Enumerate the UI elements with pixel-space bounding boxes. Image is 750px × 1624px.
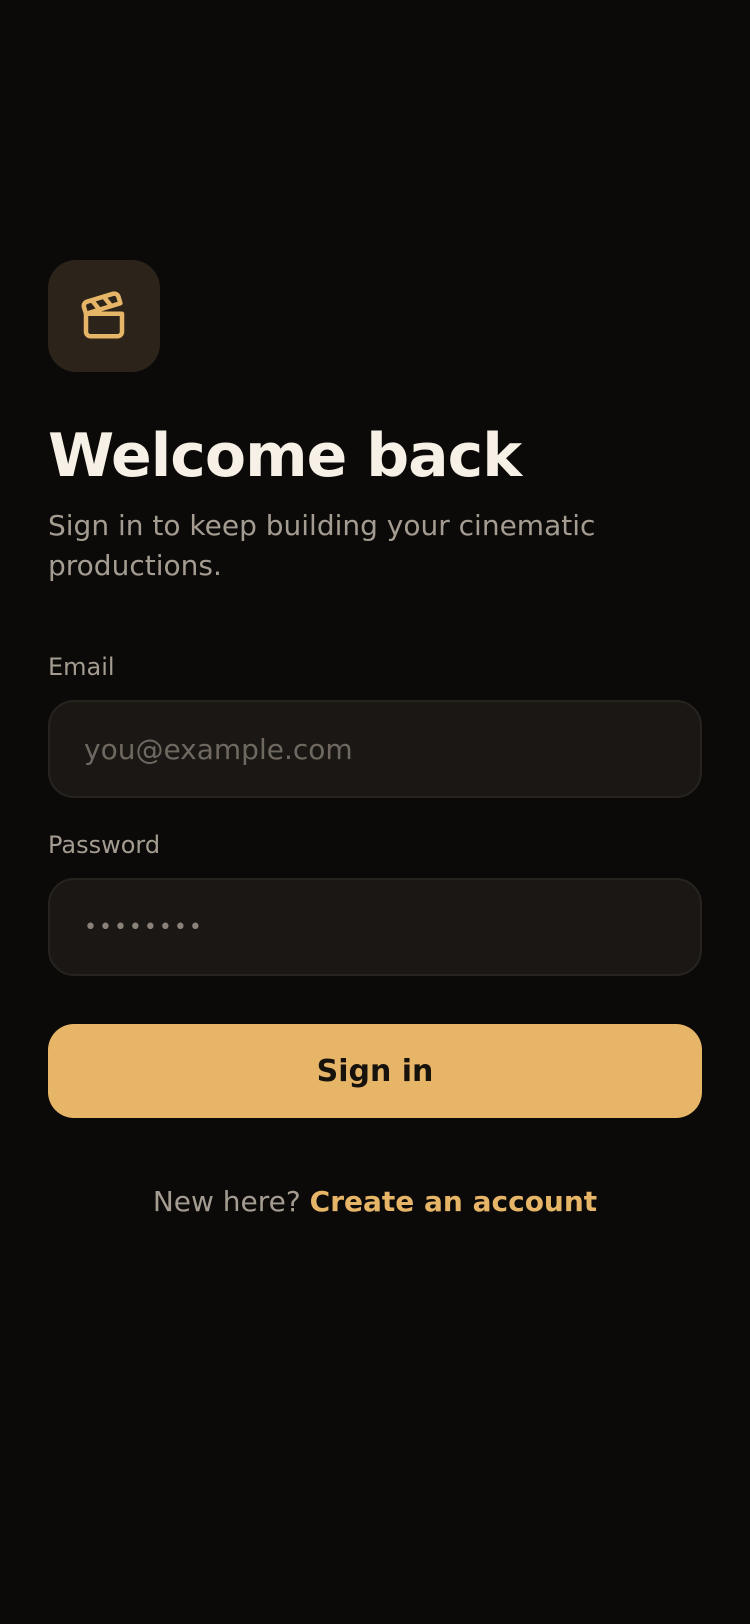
page-title: Welcome back xyxy=(48,421,522,491)
clapperboard-icon xyxy=(77,289,131,343)
password-label: Password xyxy=(48,831,161,859)
signup-prompt-text: New here? xyxy=(152,1185,301,1218)
page-subtitle: Sign in to keep building your cinematic … xyxy=(48,509,596,582)
create-account-link[interactable]: Create an account xyxy=(310,1185,598,1218)
sign-in-screen: Welcome back Sign in to keep building yo… xyxy=(0,0,750,1624)
email-field[interactable] xyxy=(48,700,702,798)
signup-prompt: New here? Create an account xyxy=(0,1180,750,1224)
sign-in-button[interactable]: Sign in xyxy=(48,1024,702,1118)
password-field[interactable] xyxy=(48,878,702,976)
app-logo xyxy=(48,260,160,372)
email-label: Email xyxy=(48,653,115,681)
